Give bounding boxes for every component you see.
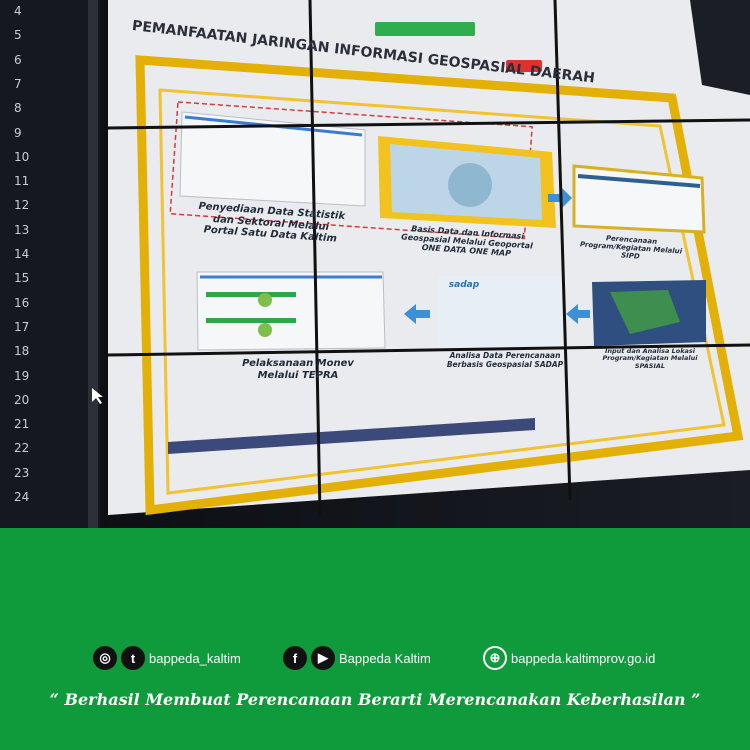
row-number: 4 xyxy=(14,4,22,18)
globe-icon: ⊕ xyxy=(483,646,507,670)
caption-tepra: Pelaksanaan Monev Melalui TEPRA xyxy=(242,358,354,381)
share-notice-bar xyxy=(375,22,475,36)
social-website[interactable]: ⊕ bappeda.kaltimprov.go.id xyxy=(483,645,655,671)
row-number: 15 xyxy=(14,271,30,286)
footer-tagline: “ Berhasil Membuat Perencanaan Berarti M… xyxy=(49,690,701,709)
facebook-icon: f xyxy=(283,646,307,670)
row-number: 22 xyxy=(14,441,30,456)
row-number: 11 xyxy=(14,174,30,189)
photo-scene xyxy=(0,0,750,528)
row-number: 8 xyxy=(14,101,22,116)
caption-spasial: Input dan Analisa Lokasi Program/Kegiata… xyxy=(602,347,698,370)
row-number: 7 xyxy=(14,76,22,91)
social-instagram-twitter[interactable]: ◎ t bappeda_kaltim xyxy=(93,645,241,671)
website-url: bappeda.kaltimprov.go.id xyxy=(511,650,656,666)
row-number: 5 xyxy=(14,28,22,43)
row-number: 24 xyxy=(14,490,30,504)
instagram-twitter-handle: bappeda_kaltim xyxy=(149,650,241,666)
row-number: 19 xyxy=(14,368,30,383)
row-number: 21 xyxy=(14,417,30,432)
row-number: 16 xyxy=(14,295,30,310)
row-number: 23 xyxy=(14,465,30,480)
facebook-youtube-handle: Bappeda Kaltim xyxy=(339,650,431,666)
row-number: 9 xyxy=(14,125,22,140)
social-facebook-youtube[interactable]: f ▶ Bappeda Kaltim xyxy=(283,645,431,671)
youtube-icon: ▶ xyxy=(311,646,335,670)
row-number: 6 xyxy=(14,52,22,67)
row-number: 20 xyxy=(14,392,30,407)
presentation-photo: 4 5 6 7 8 9 10 11 12 13 14 15 16 17 18 19 20 21 22 23 24 PEM… xyxy=(0,0,750,528)
row-number: 18 xyxy=(14,344,30,359)
row-number: 13 xyxy=(14,222,30,237)
row-number: 17 xyxy=(14,319,30,334)
caption-sadap: Analisa Data Perencanaan Berbasis Geospa… xyxy=(446,351,564,369)
twitter-icon: t xyxy=(121,646,145,670)
row-number: 10 xyxy=(14,149,30,164)
sadap-logo: sadap xyxy=(448,280,480,290)
instagram-icon: ◎ xyxy=(93,646,117,670)
row-number: 14 xyxy=(14,247,30,261)
row-number: 12 xyxy=(14,198,30,213)
footer-banner xyxy=(0,528,750,750)
